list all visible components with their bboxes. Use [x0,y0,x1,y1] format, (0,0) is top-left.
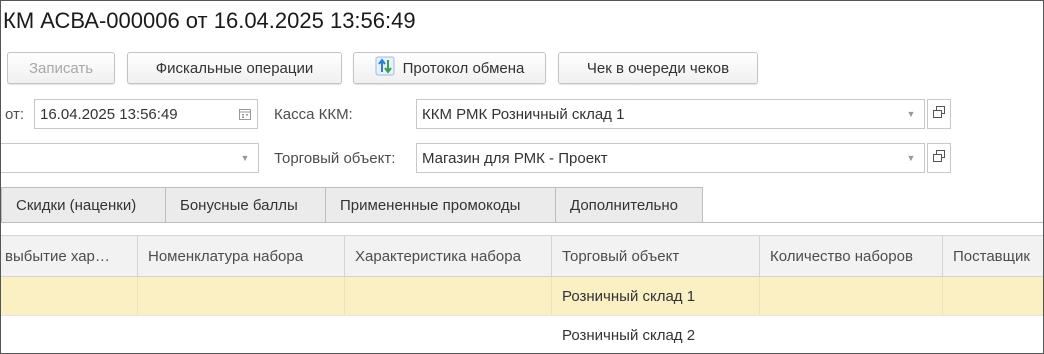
receipt-queue-button[interactable]: Чек в очереди чеков [558,52,758,84]
column-header[interactable]: Номенклатура набора [138,236,345,276]
dropdown-arrow-icon[interactable]: ▼ [898,144,924,172]
column-header[interactable]: Поставщик [943,236,1043,276]
table-cell [943,277,1043,315]
dropdown-arrow-icon[interactable]: ▼ [232,144,258,172]
tab-additional[interactable]: Дополнительно [556,187,703,223]
table-cell [345,277,552,315]
tab-label: Скидки (наценки) [16,196,137,214]
column-header[interactable]: выбытие хар… [1,236,138,276]
tab-label: Бонусные баллы [180,196,298,214]
open-form-icon [933,149,945,167]
tab-bonus-points[interactable]: Бонусные баллы [166,187,326,223]
column-header[interactable]: Торговый объект [552,236,760,276]
date-field[interactable]: 16.04.2025 13:56:49 [34,99,258,129]
exchange-protocol-label: Протокол обмена [402,59,525,77]
date-label: от: [5,106,25,123]
tab-promocodes[interactable]: Примененные промокоды [326,187,556,223]
table-cell [345,316,552,353]
table-cell [138,316,345,353]
trade-object-field[interactable]: Магазин для РМК - Проект ▼ [416,143,925,173]
kassa-open-button[interactable] [927,99,951,129]
sets-table[interactable]: выбытие хар… Номенклатура набора Характе… [1,235,1043,353]
date-value: 16.04.2025 13:56:49 [40,105,178,123]
table-row[interactable]: Розничный склад 2 [1,316,1043,353]
tab-bar: Скидки (наценки) Бонусные баллы Применен… [1,187,703,223]
trade-object-open-button[interactable] [927,143,951,173]
trade-object-label: Торговый объект: [274,150,396,167]
save-button-label: Записать [28,59,94,77]
page-title: КМ АСВА-000006 от 16.04.2025 13:56:49 [3,8,416,33]
trade-object-value: Магазин для РМК - Проект [422,149,608,167]
tab-label: Дополнительно [570,196,678,214]
kassa-field[interactable]: ККМ РМК Розничный склад 1 ▼ [416,99,925,129]
table-cell: Розничный склад 1 [552,277,760,315]
exchange-protocol-button[interactable]: Протокол обмена [353,52,546,84]
dropdown-arrow-icon[interactable]: ▼ [898,100,924,128]
tab-label: Примененные промокоды [340,196,521,214]
protocol-icon [375,56,395,80]
column-header[interactable]: Количество наборов [760,236,943,276]
table-cell [1,316,138,353]
kassa-label: Касса ККМ: [274,106,353,123]
fiscal-operations-label: Фискальные операции [155,59,314,77]
table-cell: Розничный склад 2 [562,326,696,344]
table-cell [760,316,943,353]
table-cell [943,316,1043,353]
receipt-queue-label: Чек в очереди чеков [586,59,730,77]
document-window: КМ АСВА-000006 от 16.04.2025 13:56:49 За… [0,0,1044,354]
calendar-icon[interactable] [233,100,257,128]
tab-discounts[interactable]: Скидки (наценки) [1,187,166,223]
tab-divider [1,222,1043,223]
open-form-icon [933,105,945,123]
table-cell [1,277,138,315]
table-row[interactable]: Розничный склад 1 [1,277,1043,316]
table-header: выбытие хар… Номенклатура набора Характе… [1,235,1043,277]
table-cell [760,277,943,315]
table-cell [138,277,345,315]
fiscal-operations-button[interactable]: Фискальные операции [127,52,342,84]
unnamed-select[interactable]: ▼ [1,143,259,173]
save-button[interactable]: Записать [7,52,115,84]
column-header[interactable]: Характеристика набора [345,236,552,276]
kassa-value: ККМ РМК Розничный склад 1 [422,105,625,123]
